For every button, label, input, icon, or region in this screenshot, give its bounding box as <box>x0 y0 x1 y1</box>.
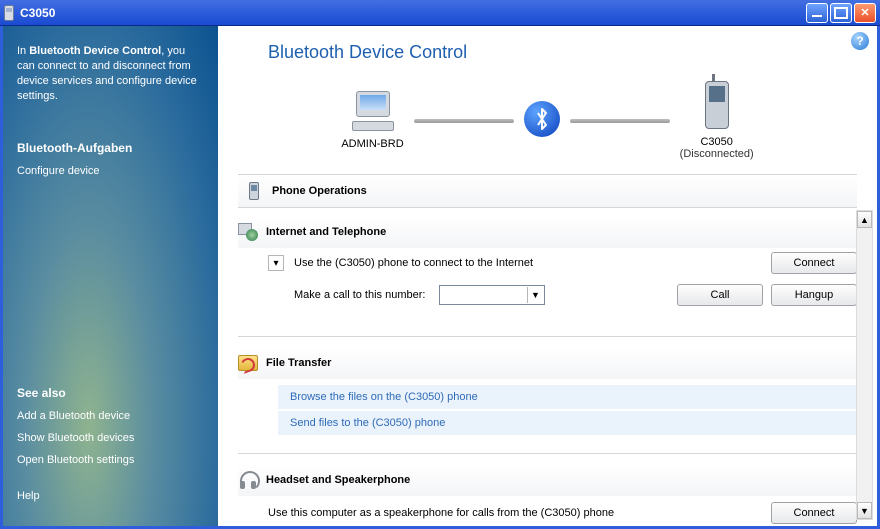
divider <box>238 453 857 454</box>
device-node: C3050 (Disconnected) <box>680 81 754 160</box>
internet-title: Internet and Telephone <box>266 226 386 238</box>
phone-icon <box>705 81 729 129</box>
hangup-button[interactable]: Hangup <box>771 284 857 306</box>
phone-operations-header: Phone Operations <box>238 174 857 208</box>
phone-number-combo[interactable]: ▼ <box>439 285 545 305</box>
headset-header: Headset and Speakerphone <box>238 464 857 496</box>
bluetooth-icon <box>524 101 560 137</box>
window-controls <box>806 3 876 23</box>
show-devices-link[interactable]: Show Bluetooth devices <box>17 432 204 444</box>
connection-line <box>414 119 514 123</box>
connect-headset-button[interactable]: Connect <box>771 502 857 524</box>
connect-internet-button[interactable]: Connect <box>771 252 857 274</box>
internet-icon <box>238 222 258 242</box>
page-title: Bluetooth Device Control <box>268 42 857 63</box>
bluetooth-node <box>524 101 560 140</box>
sidebar: In Bluetooth Device Control, you can con… <box>3 26 218 526</box>
file-transfer-icon <box>238 353 258 373</box>
see-also-heading: See also <box>17 386 204 400</box>
headset-body: Use this computer as a speakerphone for … <box>238 500 857 526</box>
internet-header: Internet and Telephone <box>238 216 857 248</box>
device-label: C3050 (Disconnected) <box>680 136 754 160</box>
internet-body: ▾ Use the (C3050) phone to connect to th… <box>238 250 857 330</box>
sidebar-description: In Bluetooth Device Control, you can con… <box>17 44 204 103</box>
send-files-link[interactable]: Send files to the (C3050) phone <box>278 411 857 435</box>
use-phone-label: Use the (C3050) phone to connect to the … <box>294 257 533 269</box>
computer-node: ADMIN-BRD <box>341 91 403 150</box>
device-status: (Disconnected) <box>680 148 754 160</box>
scrollbar[interactable]: ▲ ▼ <box>856 210 873 520</box>
device-name: C3050 <box>700 136 732 148</box>
connection-diagram: ADMIN-BRD C3050 (Disconnected) <box>238 81 857 160</box>
tasks-heading: Bluetooth-Aufgaben <box>17 141 204 155</box>
headset-section: Headset and Speakerphone Use this comput… <box>238 464 857 526</box>
chevron-down-icon: ▼ <box>527 287 542 303</box>
headset-title: Headset and Speakerphone <box>266 474 410 486</box>
phone-operations-title: Phone Operations <box>272 185 367 197</box>
divider <box>238 336 857 337</box>
file-header: File Transfer <box>238 347 857 379</box>
desc-prefix: In <box>17 45 29 57</box>
internet-section: Internet and Telephone ▾ Use the (C3050)… <box>238 216 857 337</box>
help-link[interactable]: Help <box>17 490 204 502</box>
window-title: C3050 <box>20 6 55 20</box>
close-button[interactable] <box>854 3 876 23</box>
computer-label: ADMIN-BRD <box>341 138 403 150</box>
file-section: File Transfer Browse the files on the (C… <box>238 347 857 454</box>
add-device-link[interactable]: Add a Bluetooth device <box>17 410 204 422</box>
desc-bold: Bluetooth Device Control <box>29 45 161 57</box>
headset-desc: Use this computer as a speakerphone for … <box>268 507 614 519</box>
maximize-button[interactable] <box>830 3 852 23</box>
browse-files-link[interactable]: Browse the files on the (C3050) phone <box>278 385 857 409</box>
open-settings-link[interactable]: Open Bluetooth settings <box>17 454 204 466</box>
scroll-down-button[interactable]: ▼ <box>857 502 872 519</box>
computer-icon <box>350 91 396 131</box>
make-call-label: Make a call to this number: <box>294 289 425 301</box>
phone-icon <box>244 181 264 201</box>
configure-device-link[interactable]: Configure device <box>17 165 204 177</box>
expand-toggle[interactable]: ▾ <box>268 255 284 271</box>
scroll-up-button[interactable]: ▲ <box>857 211 872 228</box>
minimize-button[interactable] <box>806 3 828 23</box>
file-title: File Transfer <box>266 357 331 369</box>
title-bar: C3050 <box>0 0 880 26</box>
file-body: Browse the files on the (C3050) phone Se… <box>238 383 857 447</box>
call-button[interactable]: Call <box>677 284 763 306</box>
help-icon[interactable]: ? <box>851 32 869 50</box>
headset-icon <box>238 470 258 490</box>
content-area: ? Bluetooth Device Control ADMIN-BRD C30… <box>218 26 877 526</box>
app-icon <box>4 5 14 21</box>
connection-line <box>570 119 670 123</box>
